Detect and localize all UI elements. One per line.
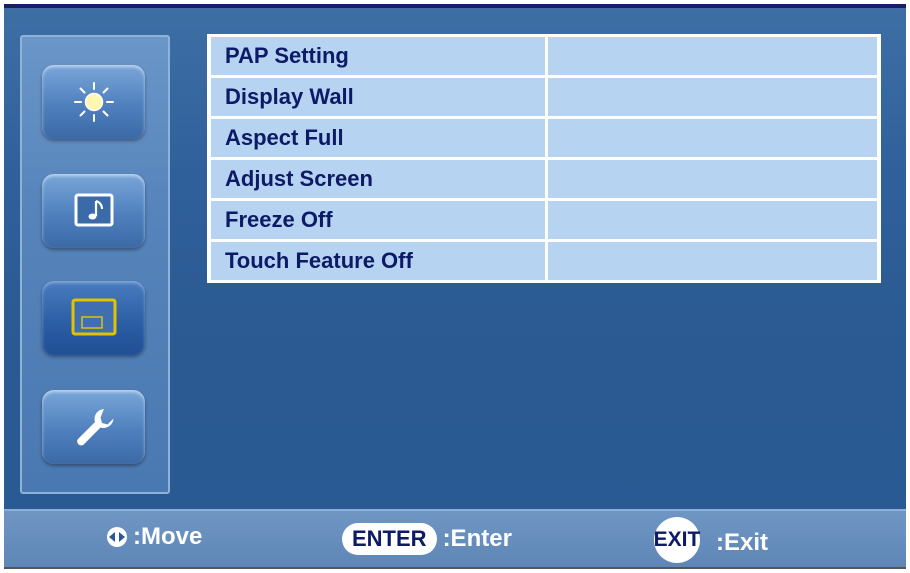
wrench-icon (76, 409, 113, 446)
menu-row-aspect[interactable]: Aspect Full (211, 119, 877, 157)
sidebar-item-audio[interactable] (42, 174, 145, 248)
exit-key-icon: EXIT (654, 517, 700, 563)
menu-item-value (548, 119, 877, 157)
menu-item-value (548, 37, 877, 75)
menu-row-pap-setting[interactable]: PAP Setting (211, 37, 877, 75)
menu-row-freeze[interactable]: Freeze Off (211, 201, 877, 239)
brightness-sun-icon (73, 82, 114, 122)
sidebar-item-settings[interactable] (42, 390, 145, 464)
menu-item-label: Freeze Off (211, 201, 545, 239)
music-note-icon (74, 193, 113, 227)
menu-row-display-wall[interactable]: Display Wall (211, 78, 877, 116)
enter-key-icon: ENTER (342, 523, 437, 555)
key-hint-bar: :Move ENTER :Enter EXIT :Exit (4, 509, 906, 567)
menu-item-label: PAP Setting (211, 37, 545, 75)
menu-row-adjust-screen[interactable]: Adjust Screen (211, 160, 877, 198)
menu-item-value (548, 201, 877, 239)
menu-item-label: Display Wall (211, 78, 545, 116)
menu-item-label: Touch Feature Off (211, 242, 545, 280)
left-right-arrows-icon (107, 527, 127, 547)
menu-item-label: Adjust Screen (211, 160, 545, 198)
osd-window: PAP Setting Display Wall Aspect Full Adj… (4, 4, 906, 569)
enter-hint: ENTER :Enter (342, 523, 512, 555)
sidebar-item-picture[interactable] (42, 65, 145, 139)
menu-item-value (548, 242, 877, 280)
settings-menu: PAP Setting Display Wall Aspect Full Adj… (207, 34, 881, 283)
menu-item-value (548, 160, 877, 198)
exit-hint-label: :Exit (716, 529, 769, 556)
menu-item-value (548, 78, 877, 116)
display-screen-icon (71, 298, 116, 336)
exit-hint: EXIT :Exit (654, 517, 769, 563)
move-hint-label: :Move (133, 523, 203, 550)
category-sidebar (20, 35, 170, 494)
menu-row-touch-feature[interactable]: Touch Feature Off (211, 242, 877, 280)
move-hint: :Move (105, 523, 202, 551)
enter-hint-label: :Enter (442, 525, 512, 552)
sidebar-item-display[interactable] (42, 281, 145, 355)
menu-item-label: Aspect Full (211, 119, 545, 157)
